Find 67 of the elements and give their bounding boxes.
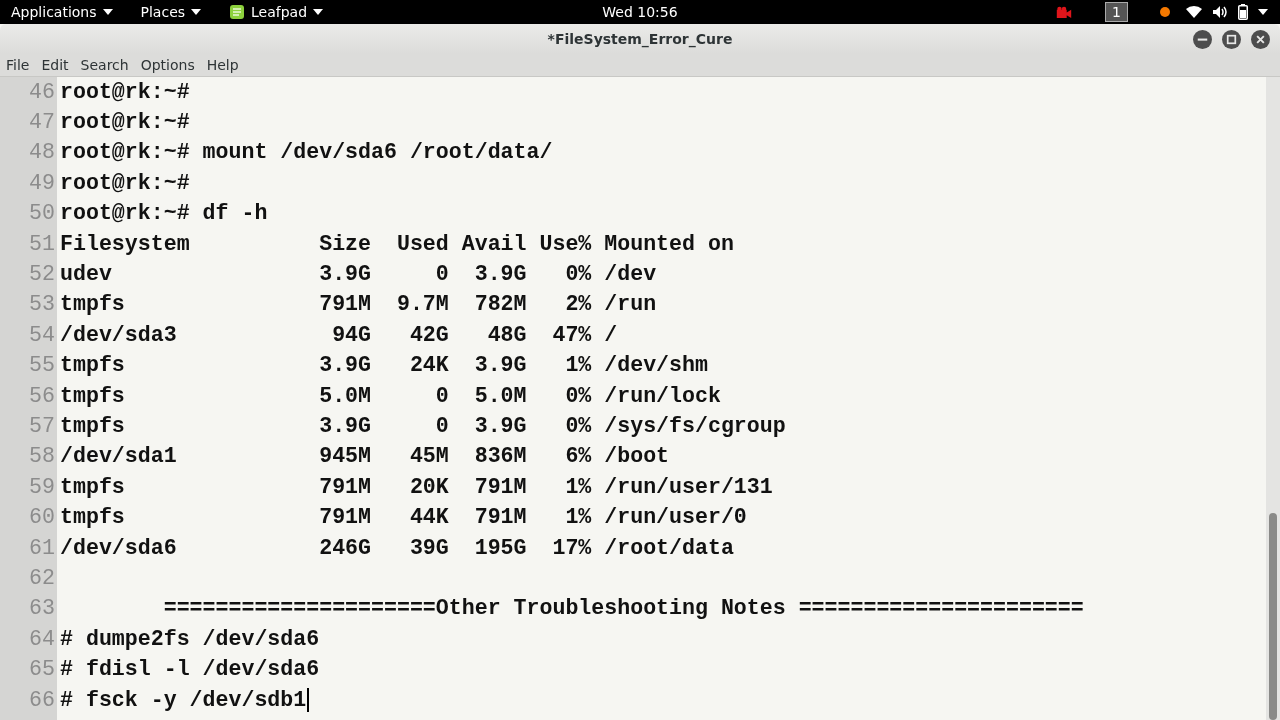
caret-icon <box>313 9 324 15</box>
scrollbar-thumb[interactable] <box>1269 513 1277 720</box>
line-number: 63 <box>28 595 56 623</box>
line-number: 52 <box>28 261 56 289</box>
line-number: 51 <box>28 230 56 258</box>
code-line: tmpfs 791M 9.7M 782M 2% /run <box>60 291 657 319</box>
code-line: root@rk:~# <box>60 169 190 197</box>
caret-icon <box>102 9 113 15</box>
code-line: tmpfs 5.0M 0 5.0M 0% /run/lock <box>60 382 721 410</box>
menu-item[interactable]: Options <box>135 57 200 73</box>
code-line: /dev/sda3 94G 42G 48G 47% / <box>60 321 618 349</box>
line-number: 48 <box>28 139 56 167</box>
line-number: 49 <box>28 169 56 197</box>
code-line: /dev/sda6 246G 39G 195G 17% /root/data <box>60 534 734 562</box>
line-number: 54 <box>28 321 56 349</box>
workspace-indicator[interactable]: 1 <box>1105 2 1128 22</box>
top-menu[interactable]: Applications <box>0 0 124 24</box>
notepad-icon <box>229 4 246 20</box>
code-line: # fsck -y /dev/sdb1 <box>60 686 307 714</box>
line-number: 58 <box>28 443 56 471</box>
camera-icon[interactable] <box>1055 5 1074 19</box>
code-line: root@rk:~# <box>60 109 190 137</box>
caret-icon <box>191 9 202 15</box>
close-button[interactable] <box>1251 30 1270 49</box>
caret-icon[interactable] <box>1258 9 1268 15</box>
line-number: 55 <box>28 352 56 380</box>
maximize-button[interactable] <box>1222 30 1241 49</box>
line-number: 47 <box>28 109 56 137</box>
menu-item[interactable]: Search <box>75 57 134 73</box>
code-line: tmpfs 791M 20K 791M 1% /run/user/131 <box>60 473 773 501</box>
line-number: 60 <box>28 504 56 532</box>
menu-item[interactable]: Help <box>201 57 244 73</box>
battery-icon[interactable] <box>1238 4 1248 20</box>
volume-icon[interactable] <box>1212 5 1228 19</box>
code-line: Filesystem Size Used Avail Use% Mounted on <box>60 230 734 258</box>
line-number: 61 <box>28 534 56 562</box>
code-line: /dev/sda1 945M 45M 836M 6% /boot <box>60 443 670 471</box>
line-number: 46 <box>28 78 56 106</box>
code-line: tmpfs 3.9G 24K 3.9G 1% /dev/shm <box>60 352 708 380</box>
line-number: 65 <box>28 656 56 684</box>
wifi-icon[interactable] <box>1186 5 1202 19</box>
line-number: 66 <box>28 686 56 714</box>
window-title: *FileSystem_Error_Cure <box>547 31 733 47</box>
top-menu[interactable]: Leafpad <box>218 0 335 24</box>
code-line: # dumpe2fs /dev/sda6 <box>60 625 320 653</box>
notification-dot-icon[interactable] <box>1160 7 1170 17</box>
clock[interactable]: Wed 10:56 <box>602 4 678 20</box>
line-number: 62 <box>28 564 56 592</box>
code-line: =====================Other Troubleshooting Notes ====================== <box>162 595 1084 623</box>
code-line: udev 3.9G 0 3.9G 0% /dev <box>60 261 657 289</box>
line-number: 53 <box>28 291 56 319</box>
code-line: root@rk:~# <box>60 78 190 106</box>
line-number: 64 <box>28 625 56 653</box>
line-number: 56 <box>28 382 56 410</box>
menu-item[interactable]: Edit <box>36 57 74 73</box>
menu-item[interactable]: File <box>1 57 35 73</box>
scrollbar[interactable] <box>1266 77 1280 720</box>
line-number: 59 <box>28 473 56 501</box>
line-number: 57 <box>28 413 56 440</box>
code-line: # fdisl -l /dev/sda6 <box>60 656 320 684</box>
minimize-button[interactable] <box>1193 30 1212 49</box>
top-menu[interactable]: Places <box>129 0 213 24</box>
code-line: root@rk:~# mount /dev/sda6 /root/data/ <box>60 139 553 167</box>
code-line: tmpfs 791M 44K 791M 1% /run/user/0 <box>60 504 747 532</box>
code-line: tmpfs 3.9G 0 3.9G 0% /sys/fs/cgroup <box>60 413 786 440</box>
code-line: root@rk:~# df -h <box>60 200 268 228</box>
line-number: 50 <box>28 200 56 228</box>
